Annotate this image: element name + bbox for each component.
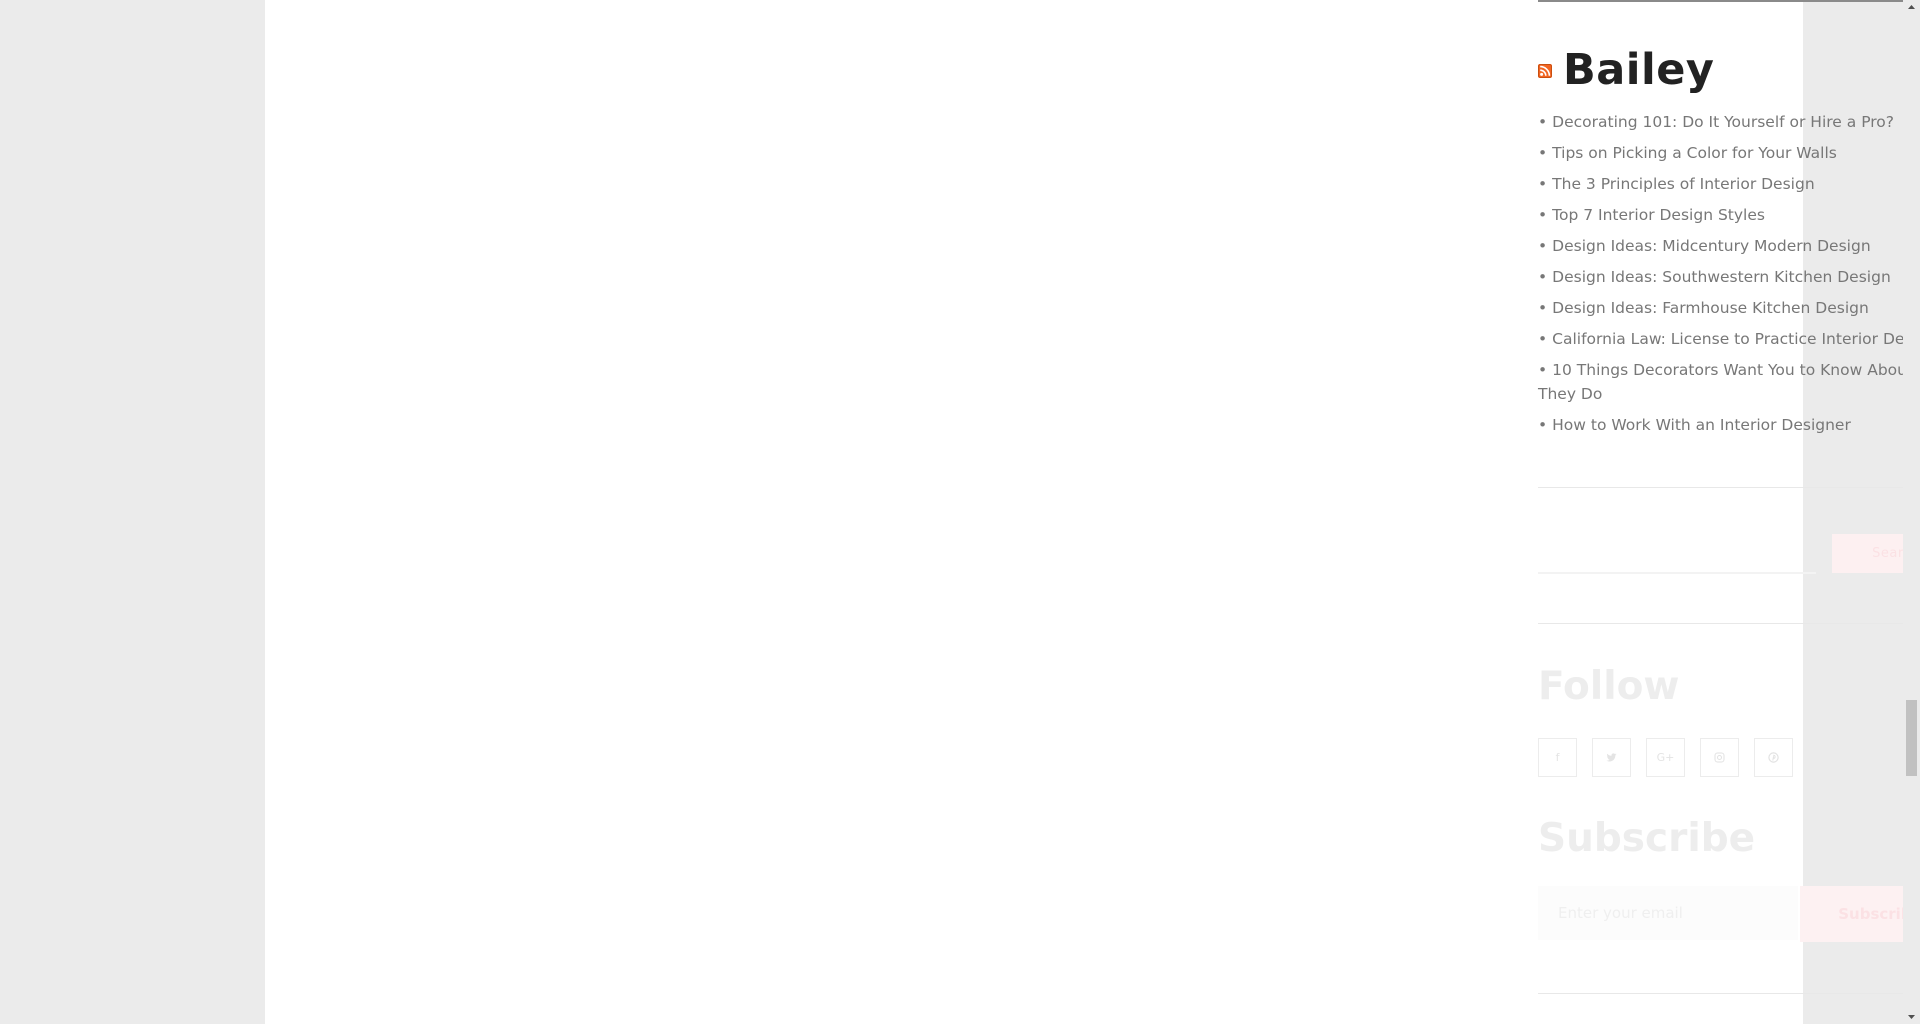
rss-feed-item[interactable]: • Design Ideas: Farmhouse Kitchen Design	[1538, 296, 1920, 320]
rss-feed-link[interactable]: Decorating 101: Do It Yourself or Hire a…	[1552, 113, 1894, 131]
scroll-up-arrow-icon[interactable]	[1903, 0, 1920, 14]
rss-feed-item[interactable]: • Design Ideas: Southwestern Kitchen Desi…	[1538, 265, 1920, 289]
social-links: f G+	[1538, 738, 1808, 777]
facebook-icon[interactable]: f	[1538, 738, 1577, 777]
scroll-down-arrow-icon[interactable]	[1903, 1010, 1920, 1024]
rss-icon[interactable]	[1538, 63, 1552, 78]
instagram-icon[interactable]	[1700, 738, 1739, 777]
widget-divider	[1538, 993, 1920, 994]
google-plus-icon[interactable]: G+	[1646, 738, 1685, 777]
scrollbar-thumb[interactable]	[1906, 700, 1917, 776]
rss-feed-link[interactable]: The 3 Principles of Interior Design	[1552, 175, 1815, 193]
rss-widget-title[interactable]: Bailey	[1563, 45, 1714, 95]
widget-divider	[1538, 487, 1920, 488]
list-bullet: •	[1538, 268, 1548, 286]
rss-feed-item[interactable]: • Tips on Picking a Color for Your Walls	[1538, 141, 1920, 165]
vertical-scrollbar[interactable]	[1903, 0, 1920, 1024]
list-bullet: •	[1538, 361, 1548, 379]
list-bullet: •	[1538, 206, 1548, 224]
rss-feed-item[interactable]: • California Law: License to Practice Int…	[1538, 327, 1920, 351]
list-bullet: •	[1538, 237, 1548, 255]
subscribe-title: Subscribe	[1538, 816, 1756, 861]
rss-widget-header: Bailey	[1538, 40, 1714, 100]
list-bullet: •	[1538, 330, 1548, 348]
follow-title: Follow	[1538, 664, 1680, 709]
rss-feed-item[interactable]: • Top 7 Interior Design Styles	[1538, 203, 1920, 227]
list-bullet: •	[1538, 175, 1548, 193]
rss-feed-link[interactable]: Design Ideas: Midcentury Modern Design	[1552, 237, 1870, 255]
list-bullet: •	[1538, 113, 1548, 131]
widget-divider	[1538, 623, 1920, 624]
rss-feed-link[interactable]: Tips on Picking a Color for Your Walls	[1552, 144, 1837, 162]
rss-feed-link[interactable]: Design Ideas: Farmhouse Kitchen Design	[1552, 299, 1869, 317]
search-input[interactable]	[1538, 534, 1816, 574]
rss-feed-link[interactable]: 10 Things Decorators Want You to Know Ab…	[1538, 361, 1920, 403]
email-field[interactable]	[1538, 886, 1798, 940]
rss-feed-item[interactable]: • How to Work With an Interior Designer	[1538, 413, 1920, 437]
rss-feed-item[interactable]: • The 3 Principles of Interior Design	[1538, 172, 1920, 196]
widget-divider-top	[1538, 0, 1920, 2]
rss-feed-link[interactable]: California Law: License to Practice Inte…	[1552, 330, 1920, 348]
twitter-icon[interactable]	[1592, 738, 1631, 777]
pinterest-p-icon	[1768, 752, 1779, 763]
page-content: Bailey • Decorating 101: Do It Yourself o…	[265, 0, 1920, 1024]
rss-feed-link[interactable]: How to Work With an Interior Designer	[1552, 416, 1851, 434]
rss-feed-item[interactable]: • Design Ideas: Midcentury Modern Design	[1538, 234, 1920, 258]
twitter-bird-icon	[1606, 752, 1617, 761]
rss-feed-item[interactable]: • 10 Things Decorators Want You to Know A…	[1538, 358, 1920, 406]
rss-feed-list: • Decorating 101: Do It Yourself or Hire …	[1538, 110, 1920, 444]
subscribe-button[interactable]: Subscribe	[1800, 886, 1920, 942]
instagram-camera-icon	[1714, 752, 1725, 763]
list-bullet: •	[1538, 299, 1548, 317]
rss-feed-link[interactable]: Top 7 Interior Design Styles	[1552, 206, 1765, 224]
rss-feed-link[interactable]: Design Ideas: Southwestern Kitchen Desig…	[1552, 268, 1891, 286]
list-bullet: •	[1538, 416, 1548, 434]
rss-feed-item[interactable]: • Decorating 101: Do It Yourself or Hire …	[1538, 110, 1920, 134]
pinterest-icon[interactable]	[1754, 738, 1793, 777]
list-bullet: •	[1538, 144, 1548, 162]
